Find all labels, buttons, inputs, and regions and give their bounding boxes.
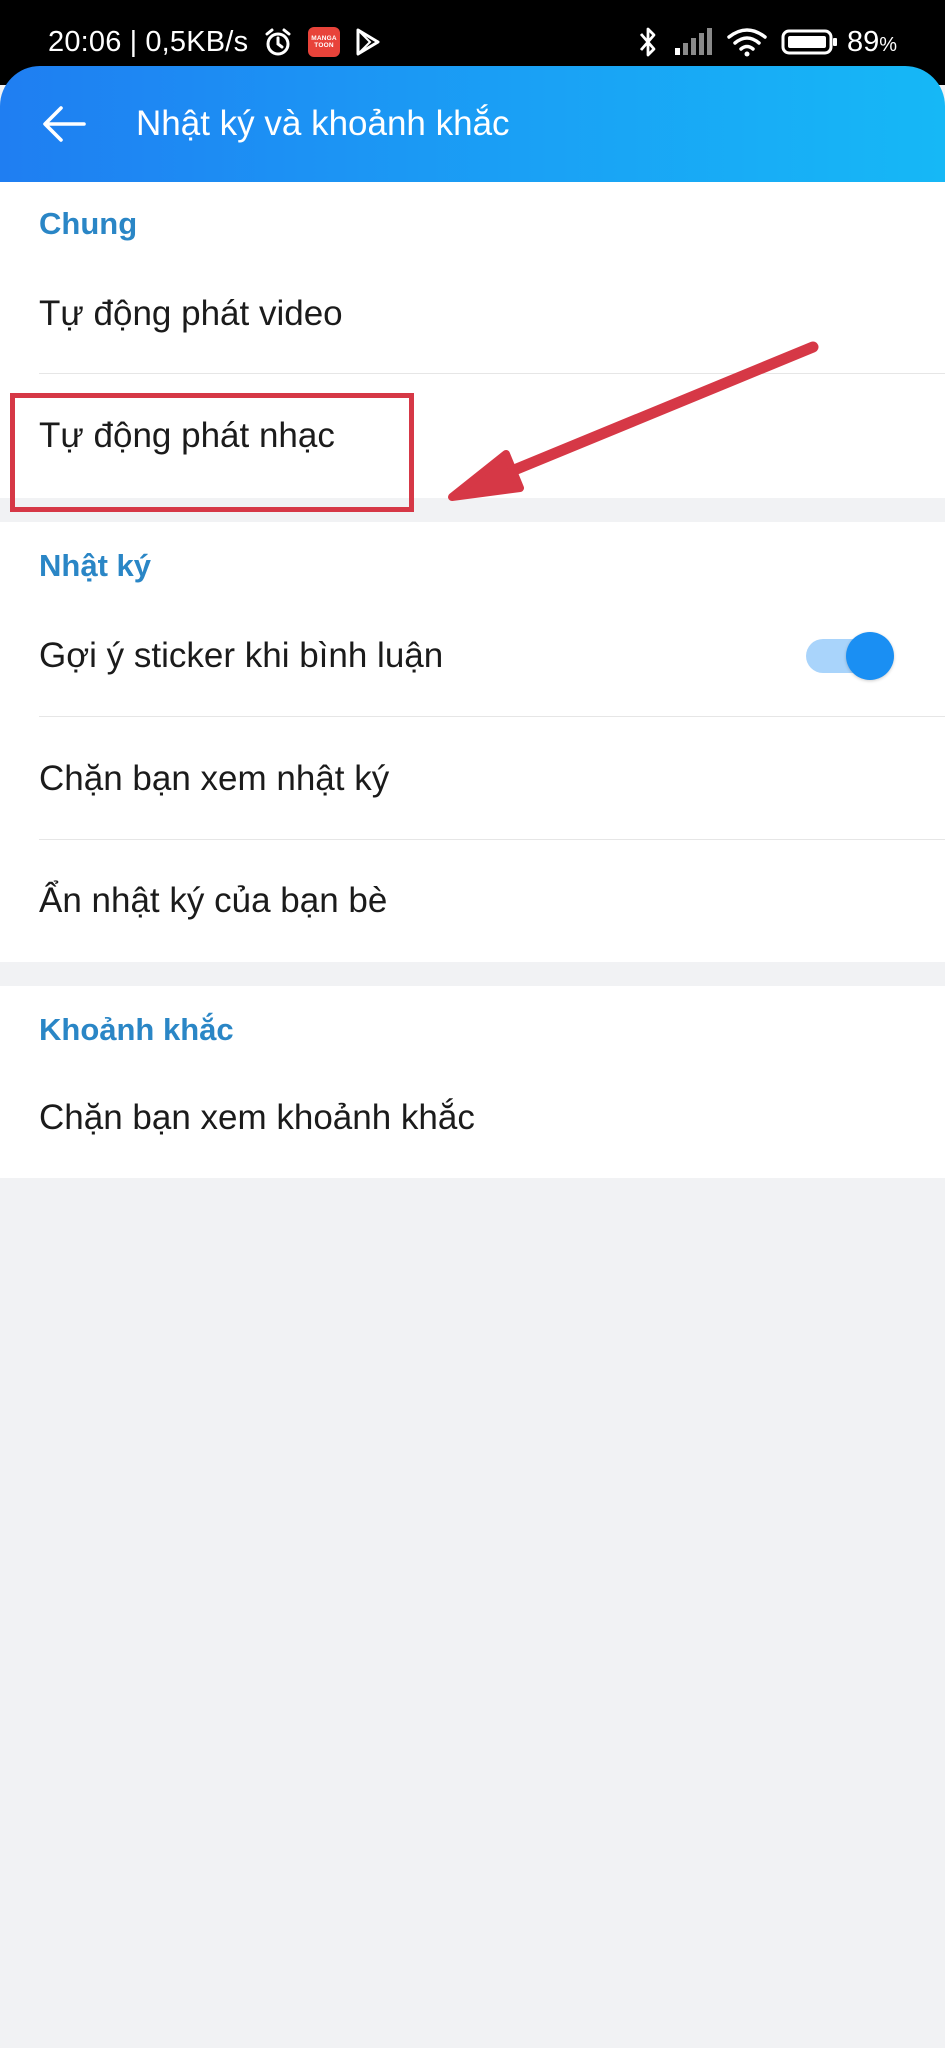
wifi-icon	[727, 27, 767, 57]
setting-row-hide-friends-diary[interactable]: Ẩn nhật ký của bạn bè	[0, 840, 945, 962]
section-title-diary: Nhật ký	[39, 548, 151, 583]
section-title-moments: Khoảnh khắc	[39, 1012, 234, 1047]
play-store-icon	[354, 27, 382, 57]
setting-label-block-view-diary: Chặn bạn xem nhật ký	[39, 759, 390, 798]
status-net-speed: 0,5KB/s	[145, 25, 249, 58]
manga-badge-line1: MANGA	[312, 35, 338, 42]
section-moments: Khoảnh khắc Chặn bạn xem khoảnh khắc	[0, 986, 945, 1178]
setting-label-hide-friends-diary: Ẩn nhật ký của bạn bè	[39, 881, 388, 920]
bluetooth-icon	[637, 25, 659, 59]
section-title-general: Chung	[39, 206, 138, 241]
setting-row-block-view-diary[interactable]: Chặn bạn xem nhật ký	[0, 717, 945, 840]
setting-label-sticker-suggestion: Gợi ý sticker khi bình luận	[39, 636, 444, 675]
app-header: Nhật ký và khoảnh khắc	[0, 66, 945, 182]
manga-badge-line2: TOON	[315, 42, 335, 49]
status-time: 20:06	[48, 25, 122, 58]
section-diary: Nhật ký Gợi ý sticker khi bình luận Chặn…	[0, 522, 945, 962]
sticker-suggestion-toggle[interactable]	[806, 632, 894, 680]
setting-row-sticker-suggestion[interactable]: Gợi ý sticker khi bình luận	[0, 595, 945, 717]
toggle-knob	[846, 632, 894, 680]
setting-label-auto-play-music: Tự động phát nhạc	[39, 416, 335, 455]
setting-label-block-view-moments: Chặn bạn xem khoảnh khắc	[39, 1098, 475, 1137]
status-right: 89%	[637, 20, 897, 64]
setting-label-auto-play-video: Tự động phát video	[39, 294, 343, 333]
battery-percent: 89	[846, 25, 880, 58]
back-button[interactable]	[34, 94, 94, 154]
setting-row-auto-play-video[interactable]: Tự động phát video	[0, 254, 945, 374]
alarm-icon	[262, 26, 294, 58]
manga-toon-app-icon: MANGA TOON	[308, 27, 341, 57]
section-general: Chung Tự động phát video Tự động phát nh…	[0, 182, 945, 498]
signal-icon	[673, 27, 713, 57]
battery-unit: %	[879, 33, 897, 56]
setting-row-auto-play-music[interactable]: Tự động phát nhạc	[0, 374, 945, 498]
status-left: 20:06 | 0,5KB/s MANGA TOON	[48, 20, 382, 64]
arrow-left-icon	[43, 106, 86, 142]
status-separator: |	[129, 25, 138, 58]
setting-row-block-view-moments[interactable]: Chặn bạn xem khoảnh khắc	[0, 1058, 945, 1178]
page-title: Nhật ký và khoảnh khắc	[136, 104, 510, 143]
battery-icon	[781, 28, 839, 56]
